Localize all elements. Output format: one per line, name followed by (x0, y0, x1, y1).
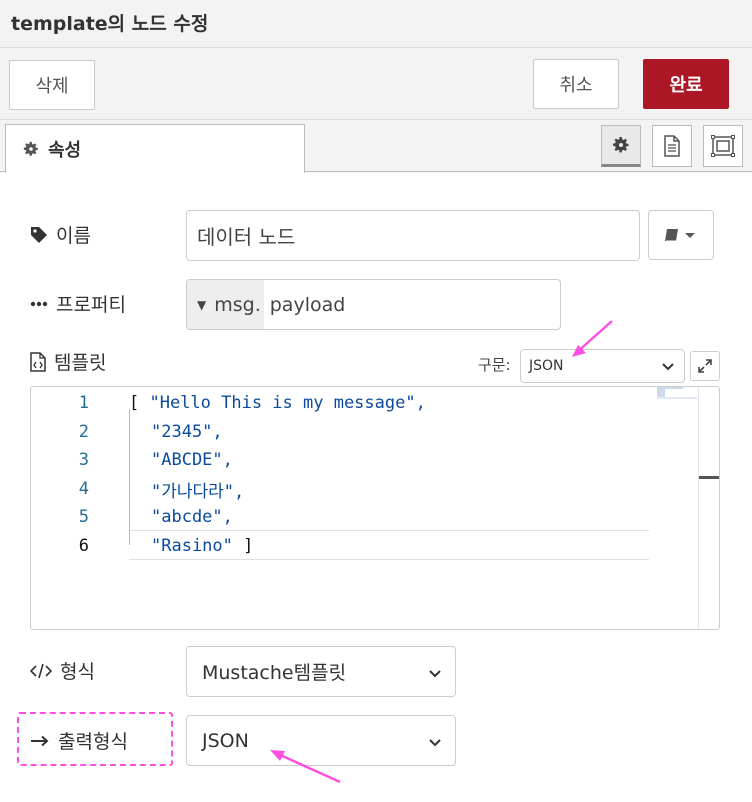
template-code-editor[interactable]: 1 [ "Hello This is my message", 2 "2345"… (30, 386, 720, 630)
code-line: 4 "가나다라", (31, 475, 651, 503)
layout-icon (711, 135, 735, 157)
output-select-value: JSON (202, 729, 249, 752)
done-button[interactable]: 완료 (643, 59, 729, 109)
output-label: 출력형식 (58, 731, 128, 753)
expand-icon (698, 359, 712, 373)
template-label-row: 템플릿 (30, 348, 106, 375)
output-label-row: 출력형식 (30, 727, 128, 754)
code-text: "가나다라", (151, 481, 245, 502)
code-text: "ABCDE", (151, 450, 233, 470)
line-number: 6 (78, 536, 89, 556)
description-icon (664, 135, 680, 157)
tab-bar: 속성 (0, 120, 752, 173)
line-number: 2 (78, 422, 89, 442)
line-number: 4 (78, 479, 89, 499)
chevron-down-icon (662, 363, 674, 371)
line-number: 1 (78, 393, 89, 413)
action-toolbar: 삭제 취소 완료 (0, 48, 752, 120)
format-label-row: 형식 (30, 657, 95, 684)
line-number: 5 (78, 507, 89, 527)
editor-scrollbar[interactable] (698, 387, 719, 629)
property-input[interactable]: ▼ msg. payload (186, 279, 561, 330)
name-input-value: 데이터 노드 (197, 225, 296, 249)
library-button[interactable] (648, 210, 714, 260)
code-icon (30, 663, 52, 678)
format-select[interactable]: Mustache템플릿 (186, 646, 456, 697)
code-line: 3 "ABCDE", (31, 446, 651, 474)
tab-appearance[interactable] (703, 125, 743, 167)
tab-properties[interactable]: 속성 (5, 124, 305, 173)
syntax-label: 구문: (478, 356, 511, 374)
syntax-select-value: JSON (529, 358, 564, 374)
code-line: 1 [ "Hello This is my message", (31, 389, 651, 417)
code-line: 5 "abcde", (31, 503, 651, 531)
expand-editor-button[interactable] (690, 351, 720, 381)
format-select-value: Mustache템플릿 (202, 662, 347, 684)
delete-button[interactable]: 삭제 (9, 60, 95, 110)
template-label: 템플릿 (54, 352, 107, 374)
name-input[interactable]: 데이터 노드 (186, 210, 640, 261)
name-label-row: 이름 (30, 221, 91, 248)
line-number: 3 (78, 450, 89, 470)
book-icon (665, 229, 695, 242)
caret-down-icon: ▼ (197, 297, 207, 312)
tab-description[interactable] (652, 125, 692, 167)
gear-icon (613, 137, 629, 153)
bracket-close: ] (232, 536, 254, 556)
arrow-right-icon (31, 735, 49, 746)
property-value: payload (269, 293, 346, 316)
title-bar: template의 노드 수정 (0, 0, 752, 48)
code-text: "Rasino" (151, 536, 233, 556)
format-label: 형식 (60, 661, 95, 683)
code-text: "2345", (151, 422, 223, 442)
code-line: 6 "Rasino" ] (31, 532, 651, 560)
tab-properties-label: 속성 (48, 140, 82, 161)
scrollbar-thumb[interactable] (699, 476, 719, 479)
editor-minimap[interactable] (657, 387, 699, 401)
code-line: 2 "2345", (31, 418, 651, 446)
file-code-icon (30, 351, 46, 372)
code-text: "Hello This is my message", (149, 393, 426, 413)
bracket-open: [ (129, 393, 150, 413)
chevron-down-icon (429, 670, 441, 678)
cancel-button[interactable]: 취소 (533, 59, 619, 109)
code-text: "abcde", (151, 507, 233, 527)
syntax-select[interactable]: JSON (520, 349, 685, 383)
dialog-title: template의 노드 수정 (11, 13, 209, 35)
property-prefix: msg. (214, 293, 261, 316)
property-type-selector[interactable]: ▼ msg. (187, 280, 264, 329)
property-label: 프로퍼티 (56, 294, 126, 316)
property-label-row: 프로퍼티 (30, 290, 126, 317)
chevron-down-icon (429, 739, 441, 747)
tag-icon (31, 226, 47, 243)
name-label: 이름 (56, 225, 91, 247)
ellipsis-icon (30, 301, 48, 306)
tab-settings[interactable] (601, 125, 641, 167)
output-format-select[interactable]: JSON (186, 715, 456, 766)
gear-icon (23, 141, 38, 156)
